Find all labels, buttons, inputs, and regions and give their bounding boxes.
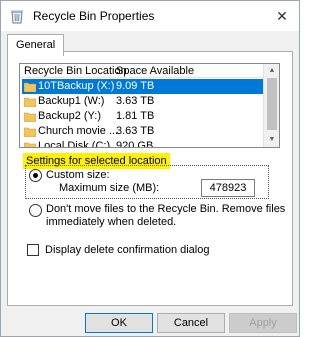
- recycle-bin-properties-window: Recycle Bin Properties ✕ General Recycle…: [0, 0, 300, 337]
- cancel-button[interactable]: Cancel: [157, 313, 225, 333]
- recycle-bin-icon: [11, 10, 23, 24]
- tab-general[interactable]: General: [7, 34, 65, 56]
- close-icon[interactable]: ✕: [273, 7, 291, 25]
- list-header: Recycle Bin Location Space Available: [20, 64, 264, 78]
- drive-folder-icon: [24, 82, 36, 92]
- column-header-space[interactable]: Space Available: [116, 65, 194, 77]
- confirm-delete-checkbox[interactable]: [27, 244, 39, 256]
- list-item[interactable]: Backup1 (W:) 3.63 TB: [22, 94, 264, 109]
- recycle-bin-location-list[interactable]: Recycle Bin Location Space Available 10T…: [19, 63, 280, 148]
- scroll-down-icon[interactable]: ▼: [267, 135, 277, 145]
- scrollbar-thumb[interactable]: [267, 78, 277, 130]
- drive-folder-icon: [24, 142, 36, 147]
- drive-folder-icon: [24, 97, 36, 107]
- dont-move-radio[interactable]: [29, 204, 42, 217]
- custom-size-radio[interactable]: [29, 169, 42, 182]
- apply-button[interactable]: Apply: [229, 313, 297, 333]
- title-bar[interactable]: Recycle Bin Properties ✕: [1, 1, 299, 31]
- list-item[interactable]: Backup2 (Y:) 1.81 TB: [22, 109, 264, 124]
- list-item-space: 3.63 TB: [116, 95, 155, 107]
- window-title: Recycle Bin Properties: [33, 9, 155, 23]
- list-item[interactable]: Local Disk (C:) 920 GB: [22, 139, 264, 148]
- list-item-location: Church movie ...: [38, 125, 119, 137]
- list-item[interactable]: 10TBackup (X:) 9.09 TB: [22, 79, 264, 94]
- list-item-space: 920 GB: [116, 140, 154, 148]
- dont-move-label-line2[interactable]: immediately when deleted.: [46, 216, 176, 228]
- list-item-location: Backup2 (Y:): [38, 110, 101, 122]
- list-item-location: Local Disk (C:): [38, 140, 111, 148]
- drive-folder-icon: [24, 127, 36, 137]
- list-item-space: 1.81 TB: [116, 110, 155, 122]
- dont-move-label-line1[interactable]: Don't move files to the Recycle Bin. Rem…: [46, 203, 285, 215]
- list-item-space: 9.09 TB: [116, 80, 155, 92]
- confirm-delete-label[interactable]: Display delete confirmation dialog: [45, 244, 209, 256]
- list-item-location: 10TBackup (X:): [38, 80, 115, 92]
- list-vertical-scrollbar[interactable]: ▲ ▼: [263, 64, 279, 147]
- drive-folder-icon: [24, 112, 36, 122]
- max-size-input[interactable]: 478923: [201, 179, 255, 197]
- scroll-up-icon[interactable]: ▲: [267, 66, 277, 76]
- column-header-location[interactable]: Recycle Bin Location: [24, 65, 127, 77]
- list-item[interactable]: Church movie ... 3.63 TB: [22, 124, 264, 139]
- custom-size-label[interactable]: Custom size:: [46, 169, 110, 181]
- max-size-label: Maximum size (MB):: [59, 182, 160, 194]
- list-item-location: Backup1 (W:): [38, 95, 105, 107]
- list-item-space: 3.63 TB: [116, 125, 155, 137]
- ok-button[interactable]: OK: [85, 313, 153, 333]
